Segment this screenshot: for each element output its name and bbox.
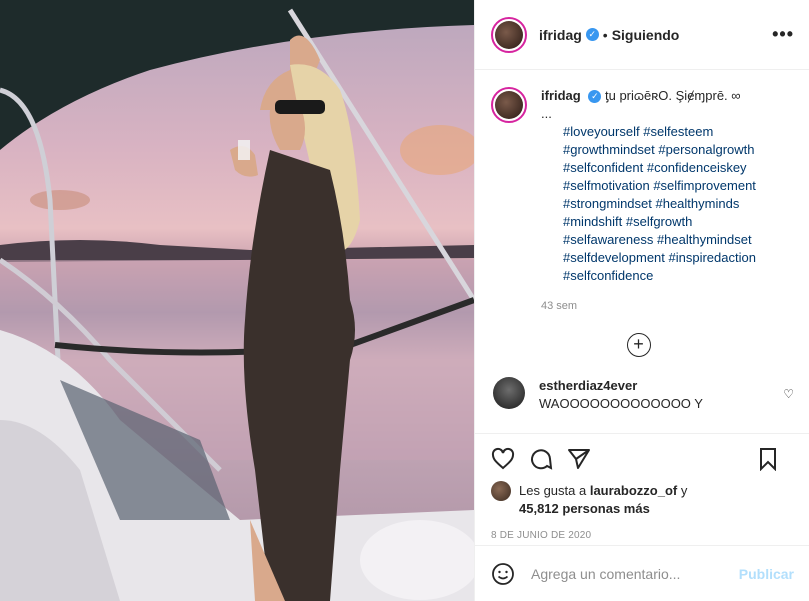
likes-summary: Les gusta a laurabozzo_of y 45,812 perso…: [491, 481, 794, 518]
likes-conj: y: [680, 483, 688, 498]
load-more-comments-icon[interactable]: +: [626, 333, 651, 357]
caption-avatar[interactable]: [491, 87, 527, 123]
caption-time: 43 sem: [541, 300, 578, 312]
avatar[interactable]: [491, 16, 527, 53]
comment-input[interactable]: [529, 564, 739, 583]
action-icons: [491, 442, 794, 476]
caption-row: ifridag ✓ ƫu priɷēʀO. Şiɇɱprē. ∞ ... #lo…: [491, 87, 794, 315]
commenter-username[interactable]: estherdiaz4ever: [539, 378, 637, 393]
share-plane-icon[interactable]: [567, 447, 591, 471]
comment-text: estherdiaz4ever WAOOOOOOOOOOOOO Y: [539, 377, 783, 413]
separator-dot: •: [602, 26, 608, 43]
bookmark-icon[interactable]: [756, 447, 780, 471]
post-header: ifridag ✓ • Siguiendo •••: [475, 0, 809, 70]
comment-row: estherdiaz4ever WAOOOOOOOOOOOOO Y ♡: [491, 377, 794, 413]
comment-body: WAOOOOOOOOOOOOO Y: [539, 396, 703, 411]
following-button[interactable]: Siguiendo: [612, 27, 680, 43]
avatar-image: [495, 20, 523, 49]
likes-count[interactable]: 45,812 personas más: [519, 501, 650, 516]
caption-body: ƫu priɷēʀO. Şiɇɱprē. ∞: [604, 88, 741, 103]
comment-like-icon[interactable]: ♡: [783, 387, 794, 401]
post-actions: Les gusta a laurabozzo_of y 45,812 perso…: [475, 433, 809, 541]
post-image[interactable]: [0, 0, 474, 601]
comment-bubble-icon[interactable]: [529, 447, 553, 471]
post-photo-art: [0, 0, 474, 601]
verified-badge-icon: ✓: [585, 28, 599, 41]
add-comment-bar: Publicar: [475, 545, 809, 601]
post-sidebar: ifridag ✓ • Siguiendo ••• ifridag ✓ ƫu p…: [474, 0, 809, 601]
caption-text: ifridag ✓ ƫu priɷēʀO. Şiɇɱprē. ∞ ... #lo…: [541, 87, 771, 315]
hashtags[interactable]: #loveyourself #selfesteem #growthmindset…: [541, 123, 771, 285]
comments-section: ifridag ✓ ƫu priɷēʀO. Şiɇɱprē. ∞ ... #lo…: [475, 71, 809, 433]
liker-username[interactable]: laurabozzo_of: [590, 483, 677, 498]
like-heart-icon[interactable]: [491, 447, 515, 471]
more-options-icon[interactable]: •••: [772, 24, 794, 45]
post-date: 8 DE JUNIO DE 2020: [491, 530, 592, 541]
caption-ellipsis: ...: [541, 106, 552, 121]
caption-username[interactable]: ifridag: [541, 88, 581, 103]
liker-avatar[interactable]: [491, 481, 511, 501]
publish-button[interactable]: Publicar: [739, 566, 794, 582]
caption-verified-icon: ✓: [588, 90, 602, 103]
instagram-post: ifridag ✓ • Siguiendo ••• ifridag ✓ ƫu p…: [0, 0, 809, 601]
commenter-avatar[interactable]: [493, 377, 525, 409]
emoji-icon[interactable]: [491, 562, 515, 586]
header-username[interactable]: ifridag: [539, 27, 582, 43]
likes-prefix: Les gusta a: [519, 483, 587, 498]
caption-avatar-image: [495, 91, 523, 119]
likes-text: Les gusta a laurabozzo_of y 45,812 perso…: [519, 482, 687, 518]
